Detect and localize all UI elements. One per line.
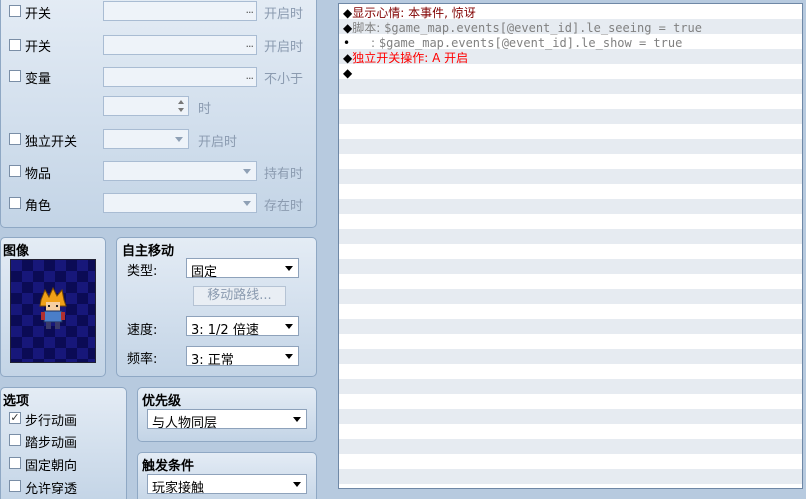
ellipsis-icon: ...: [245, 37, 254, 50]
variable-field[interactable]: ...: [103, 67, 257, 87]
chevron-down-icon: [285, 354, 293, 359]
self-switch-checkbox[interactable]: [9, 133, 21, 145]
move-frequency-value: 3: 正常: [191, 353, 234, 368]
image-title: 图像: [3, 244, 30, 259]
stepping-anim-label: 踏步动画: [25, 436, 78, 451]
command-prefix: 显示心情:: [352, 6, 405, 20]
command-row[interactable]: •: $game_map.events[@event_id].le_show =…: [343, 36, 682, 51]
actor-checkbox[interactable]: [9, 197, 21, 209]
command-text: $game_map.events[@event_id].le_seeing = …: [384, 21, 702, 35]
chevron-down-icon: [175, 137, 183, 142]
actor-select[interactable]: [103, 193, 257, 213]
move-route-button[interactable]: 移动路线...: [193, 286, 286, 306]
variable-checkbox[interactable]: [9, 70, 21, 82]
move-frequency-select[interactable]: 3: 正常: [186, 346, 299, 368]
character-sprite-icon: [39, 286, 67, 329]
command-bullet: ◆: [343, 6, 353, 20]
switch1-label: 开关: [25, 7, 52, 22]
variable-label: 变量: [25, 72, 52, 87]
command-row-empty[interactable]: ◆: [343, 66, 352, 81]
switch2-label: 开关: [25, 40, 52, 55]
variable-spin-suffix: 时: [198, 102, 212, 117]
trigger-select[interactable]: 玩家接触: [147, 474, 307, 496]
priority-select[interactable]: 与人物同层: [147, 409, 307, 431]
chevron-down-icon: [243, 201, 251, 206]
move-speed-value: 3: 1/2 倍速: [191, 323, 259, 338]
spin-up-icon[interactable]: [178, 100, 184, 104]
chevron-down-icon: [285, 324, 293, 329]
ellipsis-icon: ...: [245, 69, 254, 82]
command-bullet: ◆: [343, 21, 353, 35]
self-switch-suffix: 开启时: [198, 135, 238, 150]
trigger-value: 玩家接触: [152, 481, 205, 496]
chevron-down-icon: [285, 266, 293, 271]
direction-fix-checkbox[interactable]: [9, 457, 21, 469]
command-prefix: :: [371, 36, 376, 50]
variable-suffix: 不小于: [264, 72, 304, 87]
direction-fix-label: 固定朝向: [25, 459, 78, 474]
walking-anim-label: 步行动画: [25, 414, 78, 429]
item-suffix: 持有时: [264, 167, 304, 182]
move-type-value: 固定: [191, 265, 218, 280]
switch2-field[interactable]: ...: [103, 35, 257, 55]
command-text: 本事件, 惊讶: [408, 6, 476, 20]
actor-suffix: 存在时: [264, 199, 304, 214]
switch1-checkbox[interactable]: [9, 5, 21, 17]
command-bullet: •: [343, 36, 351, 50]
spin-down-icon[interactable]: [178, 108, 184, 112]
move-type-select[interactable]: 固定: [186, 258, 299, 280]
move-type-label: 类型:: [127, 264, 158, 279]
command-prefix: 脚本:: [352, 21, 381, 35]
actor-label: 角色: [25, 199, 52, 214]
move-speed-label: 速度:: [127, 323, 158, 338]
variable-value-spinner[interactable]: [103, 96, 189, 116]
priority-title: 优先级: [142, 394, 182, 409]
ellipsis-icon: ...: [245, 3, 254, 16]
command-text: A 开启: [432, 51, 469, 65]
move-speed-select[interactable]: 3: 1/2 倍速: [186, 316, 299, 338]
command-bullet: ◆: [343, 51, 353, 65]
move-frequency-label: 频率:: [127, 352, 158, 367]
switch1-field[interactable]: ...: [103, 1, 257, 21]
command-prefix: 独立开关操作:: [352, 51, 429, 65]
self-switch-select[interactable]: [103, 129, 189, 149]
through-label: 允许穿透: [25, 482, 78, 497]
self-switch-label: 独立开关: [25, 135, 78, 150]
trigger-title: 触发条件: [142, 459, 195, 474]
event-command-list[interactable]: ◆显示心情: 本事件, 惊讶 ◆脚本: $game_map.events[@ev…: [338, 3, 803, 489]
switch2-checkbox[interactable]: [9, 39, 21, 51]
walking-anim-checkbox[interactable]: ✓: [9, 412, 21, 424]
command-text: $game_map.events[@event_id].le_show = tr…: [378, 36, 683, 50]
command-row[interactable]: ◆独立开关操作: A 开启: [343, 51, 468, 66]
command-bullet: ◆: [343, 66, 353, 80]
command-row[interactable]: ◆显示心情: 本事件, 惊讶: [343, 6, 476, 21]
chevron-down-icon: [293, 482, 301, 487]
command-row[interactable]: ◆脚本: $game_map.events[@event_id].le_seei…: [343, 21, 702, 36]
chevron-down-icon: [293, 417, 301, 422]
stepping-anim-checkbox[interactable]: [9, 434, 21, 446]
item-label: 物品: [25, 167, 52, 182]
priority-value: 与人物同层: [152, 416, 218, 431]
switch2-suffix: 开启时: [264, 40, 304, 55]
chevron-down-icon: [243, 169, 251, 174]
character-image-preview[interactable]: [10, 259, 96, 363]
item-checkbox[interactable]: [9, 165, 21, 177]
switch1-suffix: 开启时: [264, 7, 304, 22]
autonomous-title: 自主移动: [122, 244, 175, 259]
options-title: 选项: [3, 394, 30, 409]
item-select[interactable]: [103, 161, 257, 181]
through-checkbox[interactable]: [9, 480, 21, 492]
